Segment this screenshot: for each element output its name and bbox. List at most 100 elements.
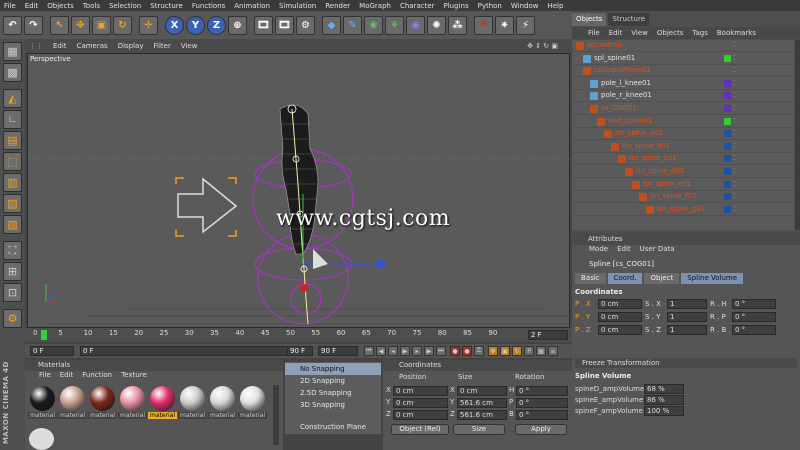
spline-volume-field[interactable]: 86 % <box>644 395 684 405</box>
attributes-menu-edit[interactable]: Edit <box>617 245 631 257</box>
goto-end-button[interactable]: ⏭ <box>436 346 446 356</box>
objects-menu-edit[interactable]: Edit <box>609 29 623 37</box>
object-tree-row[interactable]: ctGlobalMove01 ⁚ <box>572 65 794 78</box>
menu-structure[interactable]: Structure <box>150 2 183 10</box>
material-swatch[interactable]: material <box>118 385 147 425</box>
enable-axis-button[interactable]: ▨ <box>3 215 22 234</box>
object-tree-row[interactable]: pole_l_knee01 ⁚ <box>572 78 794 90</box>
objects-menu-objects[interactable]: Objects <box>657 29 683 37</box>
attr-rotation-field[interactable]: 0 ° <box>732 312 776 322</box>
light-button[interactable]: ✷ <box>495 15 514 35</box>
model-mode-button[interactable]: ◭ <box>3 89 22 108</box>
menu-plugins[interactable]: Plugins <box>444 2 469 10</box>
record-scale-button[interactable]: ▣ <box>500 346 510 356</box>
menu-file[interactable]: File <box>4 2 16 10</box>
material-swatch[interactable]: material <box>28 385 57 425</box>
materials-menu-function[interactable]: Function <box>82 371 112 382</box>
material-ball-partial[interactable] <box>29 428 54 450</box>
coord-position-x-field[interactable]: 0 cm <box>393 386 448 396</box>
object-visibility-dots[interactable]: ⁚ <box>733 180 735 188</box>
coord-position-y-field[interactable]: 0 cm <box>393 398 448 408</box>
points-mode-button[interactable]: ⬚ <box>3 152 22 171</box>
move-tool-button[interactable]: ✥ <box>71 15 90 35</box>
attribute-tab-coord-[interactable]: Coord. <box>607 273 643 284</box>
play-button[interactable]: ▶ <box>400 346 410 356</box>
object-tree[interactable]: sdcontrols ⁚ spl_spine01 ⁚ ctGlobalMove01 ⁚ po… <box>572 40 794 230</box>
menu-edit[interactable]: Edit <box>25 2 39 10</box>
tweak-mode-button[interactable]: ⛶ <box>3 241 22 260</box>
axis-y-button[interactable]: Y <box>186 15 205 35</box>
python-button[interactable]: ⚡ <box>516 15 535 35</box>
menu-tools[interactable]: Tools <box>83 2 100 10</box>
size-mode-select[interactable]: Size <box>453 424 505 435</box>
record-parameter-button[interactable]: P <box>524 346 534 356</box>
coordinate-system-button[interactable]: ⊕ <box>228 15 247 35</box>
attr-scale-field[interactable]: 1 <box>667 312 707 322</box>
object-visibility-dots[interactable]: ⁚ <box>733 142 735 150</box>
perspective-viewport[interactable]: Perspective www.cgtsj.com <box>27 53 570 328</box>
texture-mode-button[interactable]: ▩ <box>3 63 22 82</box>
materials-menu-file[interactable]: File <box>39 371 51 382</box>
attr-position-field[interactable]: 0 cm <box>598 325 642 335</box>
object-tree-row[interactable]: cs_COG01 ⁚ <box>572 103 794 115</box>
record-button[interactable]: ● <box>450 346 460 356</box>
viewport-menu-display[interactable]: Display <box>118 42 144 50</box>
freeze-transformation-toggle[interactable]: Freeze Transformation <box>575 358 797 368</box>
coordinate-mode-select[interactable]: Object (Rel) <box>391 424 449 435</box>
snap-button[interactable]: ⚙ <box>3 309 22 328</box>
viewport-menu-cameras[interactable]: Cameras <box>77 42 108 50</box>
object-visibility-dots[interactable]: ⁚ <box>733 66 735 74</box>
attributes-menu-user-data[interactable]: User Data <box>640 245 675 257</box>
menu-render[interactable]: Render <box>325 2 350 10</box>
attr-scale-field[interactable]: 1 <box>667 299 707 309</box>
coord-rotation-p-field[interactable]: 0 ° <box>516 398 568 408</box>
attribute-tab-basic[interactable]: Basic <box>575 273 606 284</box>
coord-size-x-field[interactable]: 0 cm <box>457 386 507 396</box>
viewport-menu-view[interactable]: View <box>181 42 198 50</box>
viewport-solo-button[interactable]: ⊞ <box>3 262 22 281</box>
object-visibility-dots[interactable]: ⁚ <box>733 154 735 162</box>
redo-button[interactable]: ↷ <box>24 15 43 35</box>
object-tree-row[interactable]: spl_spine01 ⁚ <box>572 53 794 65</box>
attr-rotation-field[interactable]: 0 ° <box>732 299 776 309</box>
viewport-menu-filter[interactable]: Filter <box>154 42 171 50</box>
preview-range-start-field[interactable]: 0 F <box>80 346 310 356</box>
timeline-menu-button[interactable]: ≡ <box>548 346 558 356</box>
spline-pen-button[interactable]: ✎ <box>343 15 362 35</box>
snap-option-no-snapping[interactable]: No Snapping <box>285 363 381 375</box>
object-visibility-dots[interactable]: ⁚ <box>733 91 735 99</box>
axis-x-button[interactable]: X <box>165 15 184 35</box>
coord-rotation-b-field[interactable]: 0 ° <box>516 410 568 420</box>
snap-option-construction-plane[interactable]: Construction Plane <box>285 421 381 433</box>
object-tree-row[interactable]: tin_spine_c01 ⁚ <box>572 153 794 166</box>
attr-position-field[interactable]: 0 cm <box>598 299 642 309</box>
preview-range-end-field[interactable]: 90 F <box>287 346 313 356</box>
render-settings-button[interactable]: ⚙ <box>296 15 315 35</box>
object-visibility-dots[interactable]: ⁚ <box>733 129 735 137</box>
environment-button[interactable]: ⁂ <box>448 15 467 35</box>
menu-mograph[interactable]: MoGraph <box>359 2 391 10</box>
keyframe-selection-button[interactable]: ⚿ <box>474 346 484 356</box>
menu-simulation[interactable]: Simulation <box>279 2 316 10</box>
object-tree-row[interactable]: pole_r_knee01 ⁚ <box>572 90 794 103</box>
menu-python[interactable]: Python <box>478 2 502 10</box>
objects-menu-tags[interactable]: Tags <box>692 29 708 37</box>
menu-animation[interactable]: Animation <box>234 2 270 10</box>
scene-button[interactable]: ✺ <box>427 15 446 35</box>
select-tool-button[interactable]: ↖ <box>50 15 69 35</box>
object-visibility-dots[interactable]: ⁚ <box>733 167 735 175</box>
material-swatch[interactable]: material <box>148 385 177 425</box>
current-frame-field[interactable]: 0 F <box>30 346 74 356</box>
attr-position-field[interactable]: 0 cm <box>598 312 642 322</box>
object-tree-row[interactable]: tin_spine_b01 ⁚ <box>572 141 794 153</box>
timeline-current-marker[interactable] <box>41 330 47 340</box>
axis-z-button[interactable]: Z <box>207 15 226 35</box>
snap-option-3d-snapping[interactable]: 3D Snapping <box>285 399 381 411</box>
record-rotation-button[interactable]: ↻ <box>512 346 522 356</box>
object-visibility-dots[interactable]: ⁚ <box>733 192 735 200</box>
objects-menu-view[interactable]: View <box>631 29 648 37</box>
end-frame-field[interactable]: 90 F <box>318 346 358 356</box>
objects-menu-bookmarks[interactable]: Bookmarks <box>717 29 756 37</box>
material-swatch[interactable]: material <box>208 385 237 425</box>
material-swatch[interactable]: material <box>178 385 207 425</box>
